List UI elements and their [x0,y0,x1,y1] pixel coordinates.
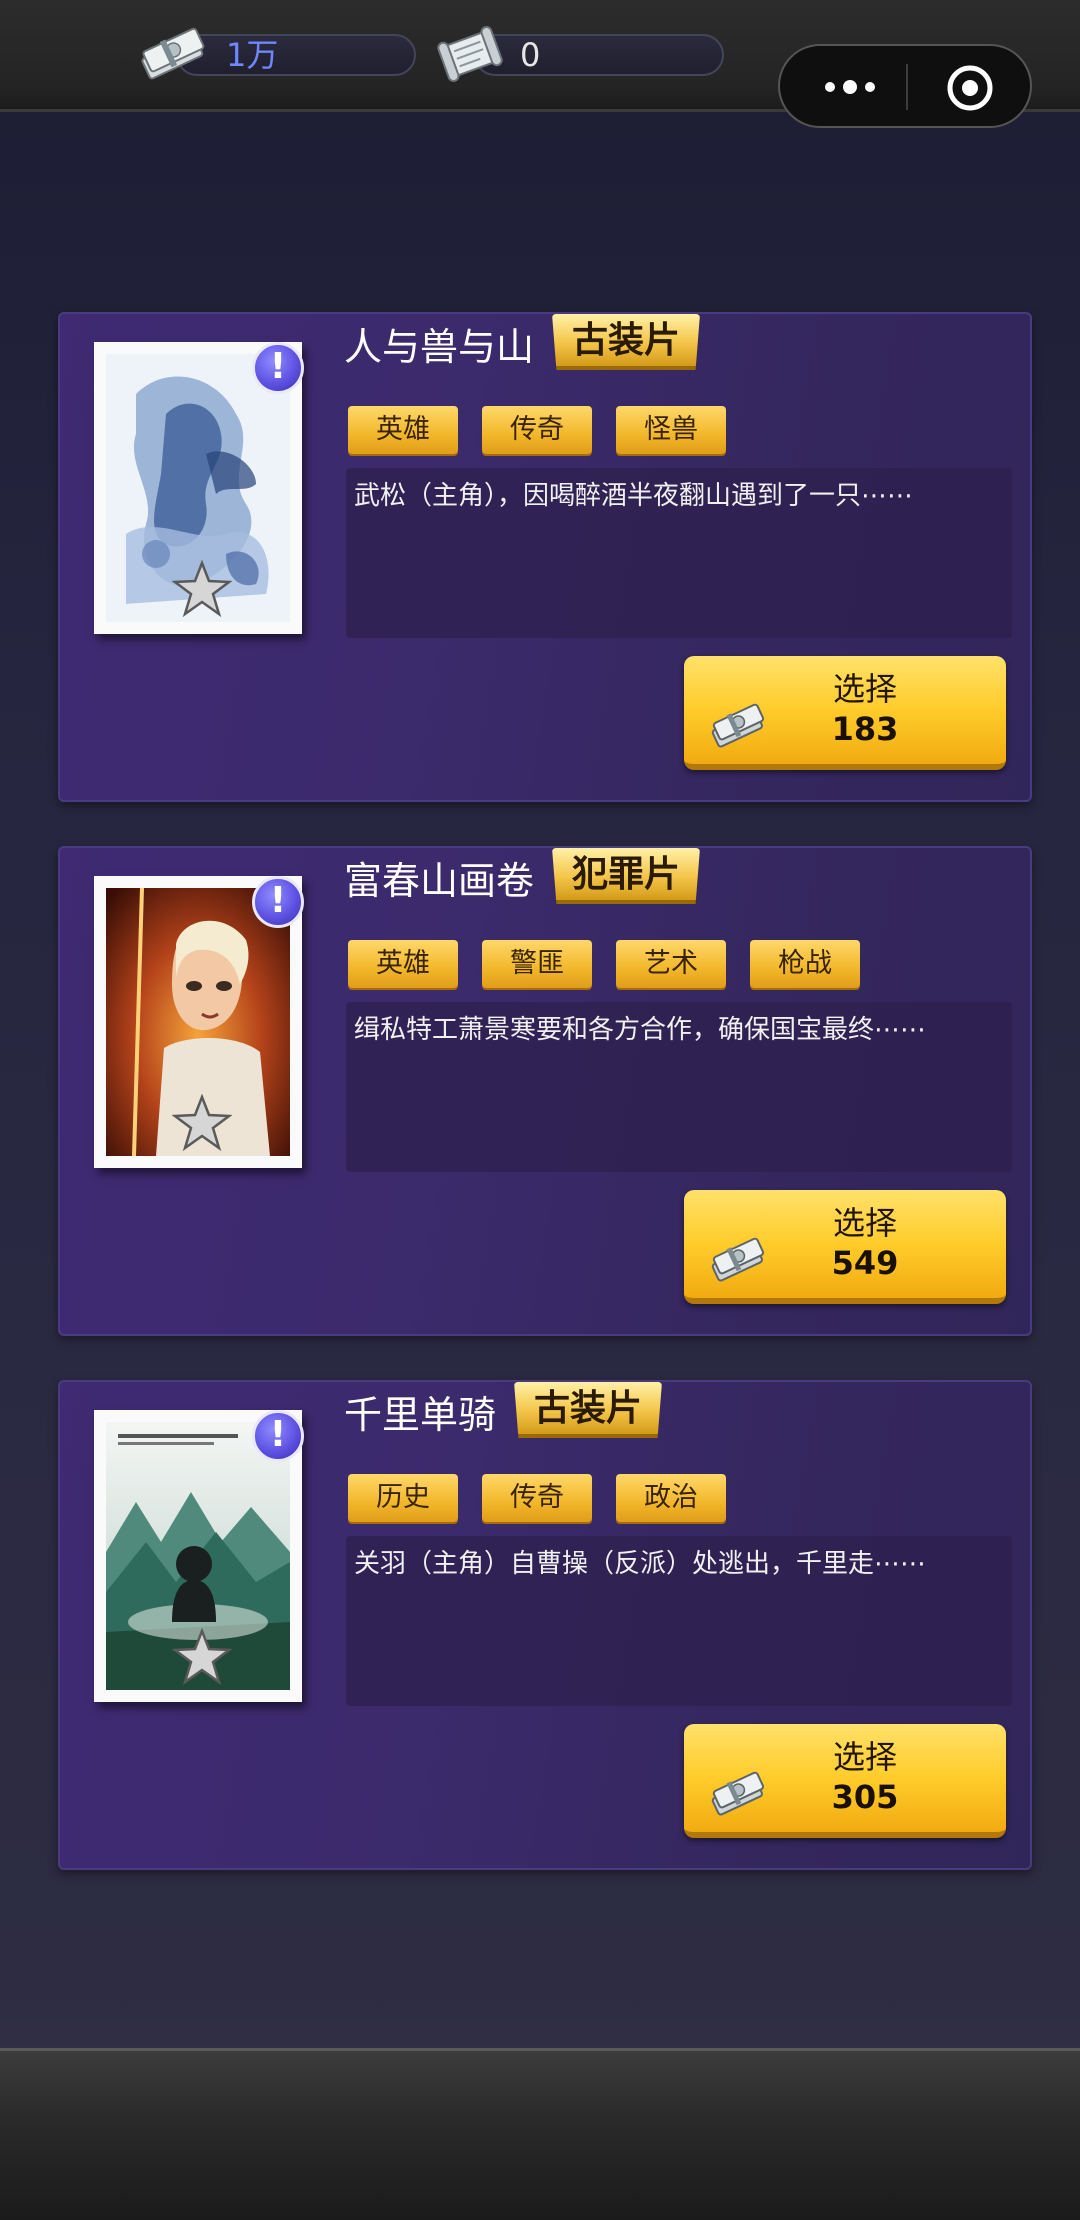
alert-badge[interactable]: ! [252,876,304,928]
tag: 政治 [616,1474,726,1522]
genre-badge: 古装片 [552,314,701,370]
star-icon[interactable] [172,1628,232,1686]
alert-badge[interactable]: ! [252,342,304,394]
tag: 传奇 [482,406,592,454]
tag: 英雄 [348,406,458,454]
select-label: 选择 [832,1204,897,1242]
more-dots-icon[interactable] [820,70,880,104]
alert-badge[interactable]: ! [252,1410,304,1462]
movie-card: ! 富春山画卷 犯罪片 英雄 警匪 艺术 枪战 缉私特工萧景寒要和各方合作，确保… [58,846,1032,1336]
tag: 枪战 [750,940,860,988]
genre-badge: 犯罪片 [552,848,701,904]
price: 305 [831,1778,899,1816]
select-label: 选择 [832,1738,897,1776]
target-icon[interactable] [944,62,996,114]
cash-bundle-icon [141,27,205,80]
movie-description: 缉私特工萧景寒要和各方合作，确保国宝最终⋯⋯ [346,1002,1012,1172]
movie-poster[interactable]: ! [94,876,304,1168]
movie-description: 武松（主角），因喝醉酒半夜翻山遇到了一只⋯⋯ [346,468,1012,638]
movie-poster[interactable]: ! [94,342,304,634]
cash-value: 1万 [226,36,279,74]
movie-title: 人与兽与山 [344,325,535,369]
bottom-bar [0,2048,1080,2220]
mini-program-capsule [778,44,1032,128]
movie-card: ! 人与兽与山 古装片 英雄 传奇 怪兽 武松（主角），因喝醉酒半夜翻山遇到了一… [58,312,1032,802]
tag: 怪兽 [616,406,726,454]
select-button[interactable]: 选择 183 [684,656,1006,770]
price: 549 [831,1244,899,1282]
star-icon[interactable] [172,560,232,618]
cash-pill [176,34,416,76]
scroll-value: 0 [520,36,541,74]
select-label: 选择 [832,670,897,708]
scroll-pill [474,34,724,76]
tag: 英雄 [348,940,458,988]
tag: 警匪 [482,940,592,988]
movie-title: 千里单骑 [344,1393,497,1437]
select-button[interactable]: 选择 549 [684,1190,1006,1304]
tag: 艺术 [616,940,726,988]
tag: 历史 [348,1474,458,1522]
scroll-display: 0 [434,26,724,82]
movie-title: 富春山画卷 [344,859,535,903]
cash-display: 1万 [136,27,416,80]
price: 183 [831,710,899,748]
tag: 传奇 [482,1474,592,1522]
star-icon[interactable] [172,1094,232,1152]
scroll-icon [437,26,503,82]
genre-badge: 古装片 [514,1382,663,1438]
movie-poster[interactable]: ! [94,1410,304,1702]
movie-description: 关羽（主角）自曹操（反派）处逃出，千里走⋯⋯ [346,1536,1012,1706]
movie-card: ! 千里单骑 古装片 历史 传奇 政治 关羽（主角）自曹操（反派）处逃出，千里走… [58,1380,1032,1870]
capsule-divider [906,64,908,110]
select-button[interactable]: 选择 305 [684,1724,1006,1838]
